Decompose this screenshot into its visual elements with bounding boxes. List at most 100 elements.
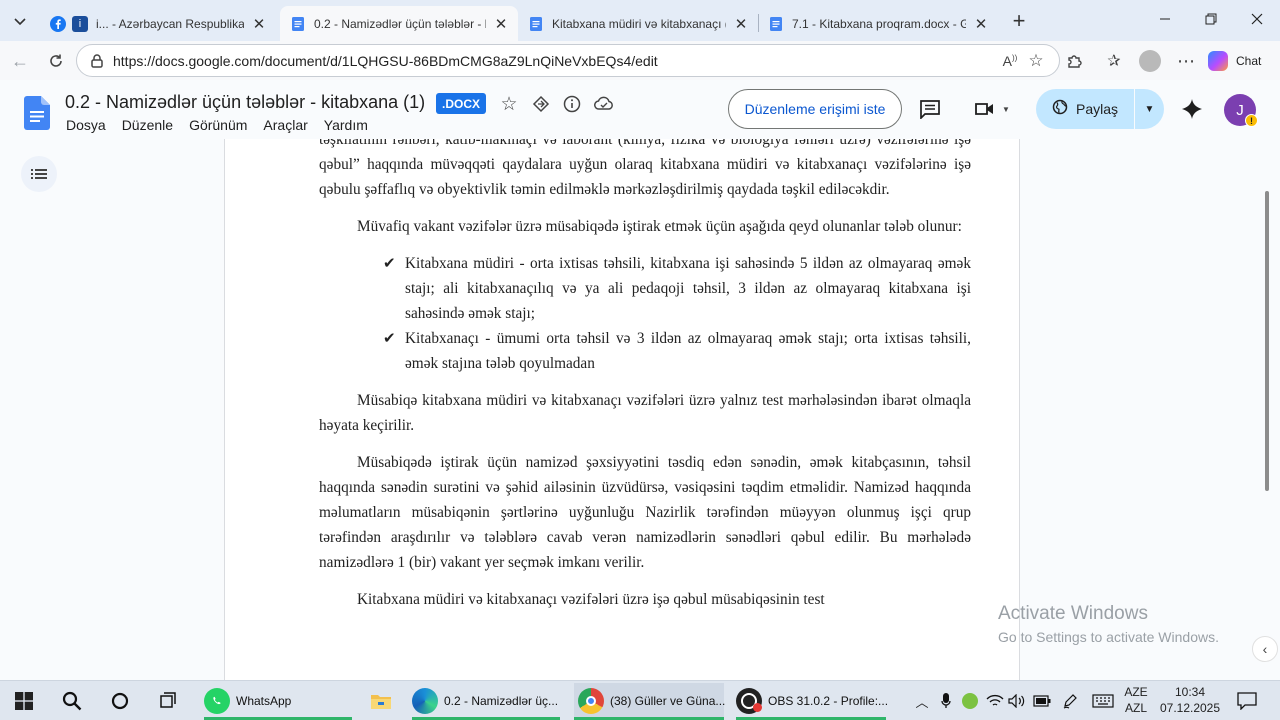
close-window-button[interactable] [1234, 0, 1280, 38]
document-page[interactable]: təşkilatının rəhbəri, katib-makinaçı və … [224, 139, 1020, 680]
watermark-subtitle: Go to Settings to activate Windows. [998, 629, 1219, 645]
close-tab-icon[interactable]: ✕ [732, 15, 750, 33]
side-panel-toggle[interactable]: ‹ [1252, 636, 1278, 662]
browser-menu-button[interactable]: ⋯ [1172, 47, 1200, 75]
close-tab-icon[interactable]: ✕ [250, 15, 268, 33]
taskbar-app-file-explorer[interactable] [366, 683, 402, 719]
search-button[interactable] [58, 687, 86, 715]
taskbar-app-edge[interactable]: 0.2 - Namizədlər üç... [412, 683, 560, 719]
list-item-text: Kitabxanaçı - ümumi orta təhsil və 3 ild… [405, 330, 971, 372]
microphone-tray-icon[interactable] [937, 692, 955, 710]
document-outline-button[interactable] [21, 156, 57, 192]
read-aloud-button[interactable]: A)) [996, 47, 1024, 75]
chevron-down-icon [14, 18, 26, 26]
volume-icon[interactable] [1008, 692, 1026, 710]
favorites-star-icon: ✰ [1107, 53, 1121, 70]
share-button[interactable]: Paylaş ▼ [1036, 89, 1164, 129]
tab-search-button[interactable] [6, 7, 34, 35]
address-bar[interactable]: https://docs.google.com/document/d/1LQHG… [76, 44, 1060, 77]
folder-icon [370, 692, 392, 710]
language-code: AZE [1124, 685, 1148, 699]
show-hidden-icons-button[interactable]: ︿ [913, 692, 931, 710]
notification-icon [1237, 692, 1257, 710]
menu-view[interactable]: Görünüm [189, 117, 247, 133]
wifi-icon[interactable] [986, 692, 1004, 710]
google-docs-icon [768, 16, 784, 32]
back-button[interactable]: ← [6, 47, 34, 75]
comments-button[interactable] [918, 97, 942, 121]
google-docs-logo-icon[interactable] [24, 96, 50, 130]
share-dropdown-button[interactable]: ▼ [1134, 89, 1164, 129]
minimize-button[interactable] [1142, 0, 1188, 38]
browser-profile-avatar[interactable] [1139, 50, 1161, 72]
chevron-up-icon: ︿ [915, 694, 929, 710]
gemini-button[interactable] [1180, 97, 1204, 121]
move-button[interactable] [529, 92, 553, 116]
document-title[interactable]: 0.2 - Namizədlər üçün tələblər - kitabxa… [65, 92, 425, 113]
pen-tray-icon[interactable] [1061, 692, 1079, 710]
new-tab-button[interactable]: + [1006, 8, 1032, 34]
copilot-chat-button[interactable]: Chat [1208, 47, 1274, 75]
caret-down-icon: ▼ [1144, 103, 1155, 115]
google-docs-icon [290, 16, 306, 32]
file-format-badge: .DOCX [436, 93, 487, 114]
notification-center-button[interactable] [1236, 691, 1258, 711]
close-tab-icon[interactable]: ✕ [492, 15, 510, 33]
scrollbar-thumb[interactable] [1265, 191, 1269, 491]
vertical-scrollbar[interactable] [1262, 191, 1270, 591]
document-body: təşkilatının rəhbəri, katib-makinaçı və … [319, 139, 971, 624]
taskbar-app-chrome[interactable]: (38) Güller ve Güna... [574, 683, 725, 719]
browser-tab-3[interactable]: 7.1 - Kitabxana proqram.docx - Go ✕ [758, 6, 998, 41]
close-tab-icon[interactable]: ✕ [972, 15, 990, 33]
clock-time: 10:34 [1174, 685, 1206, 699]
cortana-button[interactable] [106, 687, 134, 715]
video-call-icon [975, 103, 994, 115]
paragraph: Müsabiqədə iştirak üçün namizəd şəxsiyyə… [319, 454, 971, 571]
star-button[interactable]: ☆ [497, 92, 521, 116]
browser-tab-1[interactable]: 0.2 - Namizədlər üçün tələblər - ki ✕ [280, 6, 518, 41]
task-view-button[interactable] [154, 687, 182, 715]
windows-logo-icon [15, 692, 33, 710]
taskbar-app-whatsapp[interactable]: WhatsApp [204, 683, 352, 719]
favorites-button[interactable]: ✰ [1100, 47, 1128, 75]
system-clock[interactable]: 10:34 07.12.2025 [1158, 684, 1222, 716]
taskbar-app-label: OBS 31.0.2 - Profile:... [768, 694, 889, 708]
tab-title: Kitabxana müdiri və kitabxanaçı (1 [552, 16, 726, 31]
share-label: Paylaş [1076, 101, 1119, 117]
cloud-status-button[interactable] [592, 92, 616, 116]
keyboard-tray-icon[interactable] [1092, 692, 1114, 710]
docs-header: 0.2 - Namizədlər üçün tələblər - kitabxa… [0, 80, 1280, 139]
document-details-button[interactable] [560, 92, 584, 116]
battery-icon[interactable] [1033, 692, 1051, 710]
browser-tab-2[interactable]: Kitabxana müdiri və kitabxanaçı (1 ✕ [518, 6, 758, 41]
checkmark-icon: ✔ [383, 254, 396, 272]
taskbar-app-label: 0.2 - Namizədlər üç... [444, 694, 559, 708]
favorite-button[interactable]: ☆ [1022, 47, 1050, 75]
menu-help[interactable]: Yardım [324, 117, 368, 133]
more-horizontal-icon: ⋯ [1177, 50, 1195, 71]
puzzle-icon [1068, 55, 1082, 68]
reload-button[interactable] [42, 47, 70, 75]
update-tray-icon[interactable] [961, 692, 979, 710]
menu-file[interactable]: Dosya [66, 117, 106, 133]
input-language-indicator[interactable]: AZE AZL [1118, 684, 1154, 716]
site-info-icon[interactable] [89, 53, 105, 69]
search-icon [62, 691, 82, 711]
folder-move-icon [532, 95, 550, 113]
start-button[interactable] [10, 687, 38, 715]
share-main-button[interactable]: Paylaş [1036, 89, 1134, 129]
meet-button[interactable]: ▼ [972, 97, 1012, 121]
list-item-text: Kitabxana müdiri - orta ixtisas təhsili,… [405, 255, 971, 322]
taskbar-app-obs[interactable]: OBS 31.0.2 - Profile:... [736, 683, 889, 719]
browser-tab-0[interactable]: i i... - Azərbaycan Respublikası Na ✕ [40, 6, 276, 41]
restore-icon [1205, 13, 1217, 25]
plus-icon: + [1012, 8, 1026, 33]
request-edit-access-button[interactable]: Düzenleme erişimi iste [728, 89, 902, 129]
extensions-button[interactable] [1060, 47, 1088, 75]
tab-title: i... - Azərbaycan Respublikası Na [96, 16, 244, 31]
menu-edit[interactable]: Düzenle [122, 117, 173, 133]
menu-tools[interactable]: Araçlar [263, 117, 307, 133]
restore-button[interactable] [1188, 0, 1234, 38]
star-outline-icon: ☆ [1028, 51, 1044, 70]
arrow-left-icon: ← [11, 50, 29, 71]
